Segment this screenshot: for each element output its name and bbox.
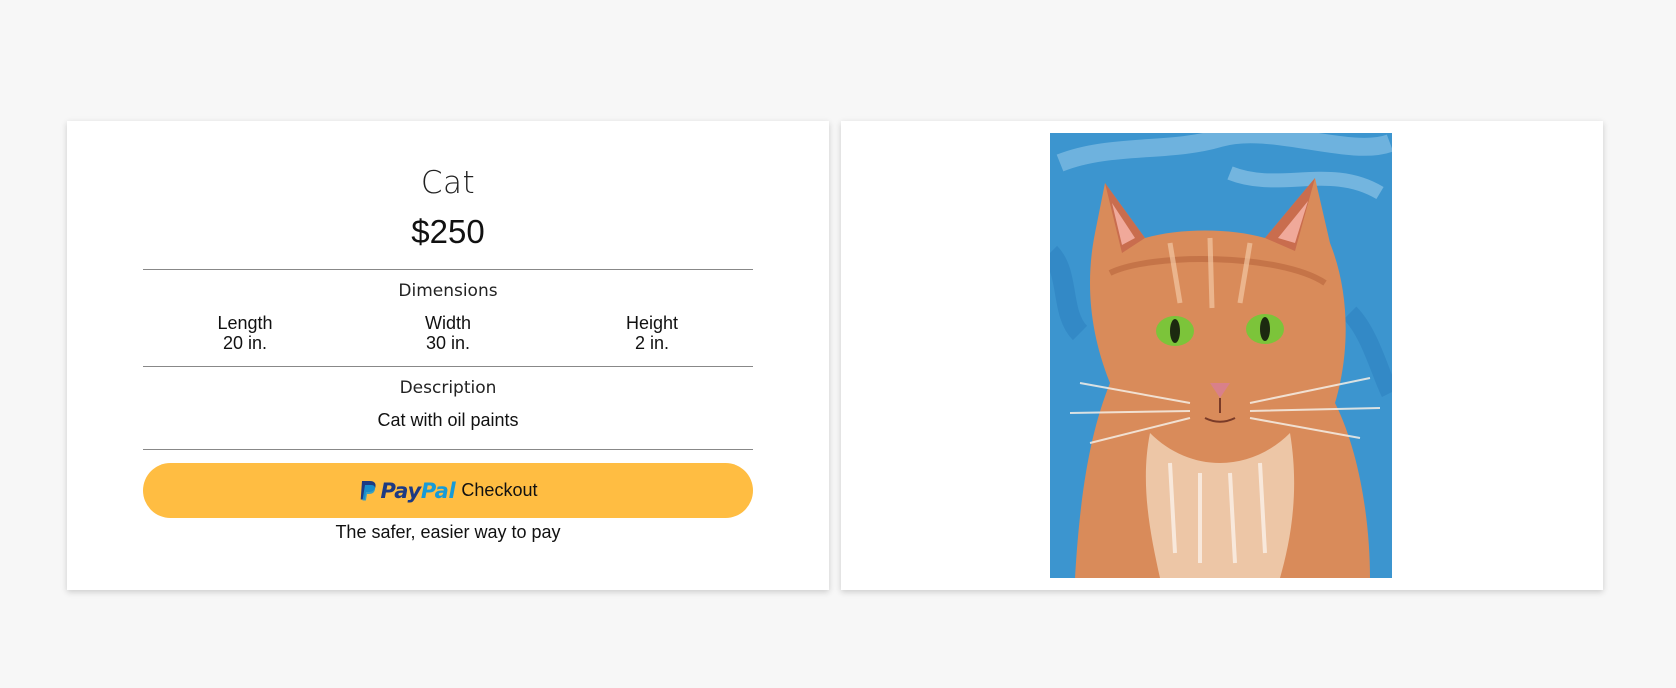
dimension-width: Width 30 in. [388,313,508,353]
dimension-label: Length [217,313,273,333]
dimension-height: Height 2 in. [592,313,712,353]
checkout-label: Checkout [461,480,538,500]
divider [143,449,753,450]
dimension-length: Length 20 in. [185,313,305,353]
divider [143,269,753,270]
dimensions-row: Length 20 in. Width 30 in. Height 2 in. [143,313,753,357]
dimensions-heading: Dimensions [398,281,498,301]
paypal-checkout-button[interactable]: PayPal Checkout [143,463,753,518]
product-price: $250 [411,213,485,250]
paypal-wordmark: PayPal [380,478,456,503]
dimension-label: Height [625,313,679,333]
product-info-card: Cat $250 Dimensions Length 20 in. Width … [67,121,829,590]
product-image-card [841,121,1603,590]
dimension-label: Width [424,313,471,333]
description-text: Cat with oil paints [377,410,519,430]
product-title: Cat [420,165,476,201]
dimension-value: 2 in. [634,333,670,353]
divider [143,366,753,367]
paypal-logo-icon [360,480,376,500]
paypal-tagline: The safer, easier way to pay [335,522,561,542]
description-heading: Description [399,378,497,398]
dimension-value: 30 in. [425,333,471,353]
dimension-value: 20 in. [222,333,268,353]
cat-painting-image [1050,133,1392,578]
